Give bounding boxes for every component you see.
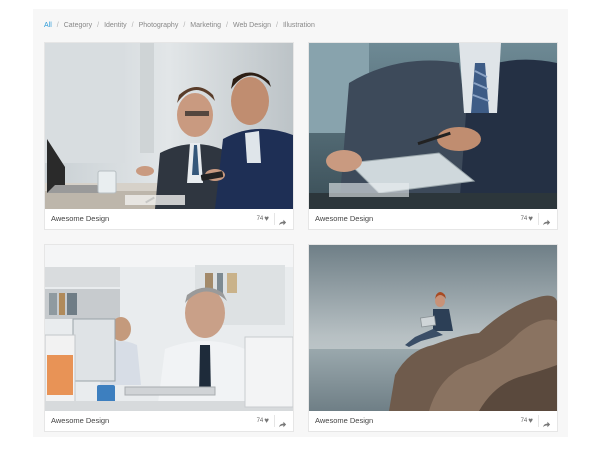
share-icon[interactable]	[278, 214, 287, 226]
card-footer: Awesome Design 74 ♥	[309, 209, 557, 229]
portfolio-card[interactable]: Awesome Design 74 ♥	[308, 42, 558, 230]
portfolio-card[interactable]: Awesome Design 74 ♥	[44, 244, 294, 432]
filter-separator: /	[275, 21, 278, 29]
share-icon[interactable]	[278, 416, 287, 428]
filter-category[interactable]: Category	[64, 22, 92, 29]
like-counter[interactable]: 74 ♥	[257, 417, 269, 425]
like-count: 74	[256, 216, 264, 222]
filter-identity[interactable]: Identity	[104, 22, 127, 29]
portfolio-filter-bar: All / Category / Identity / Photography …	[44, 19, 315, 31]
like-count: 74	[520, 418, 528, 424]
heart-icon[interactable]: ♥	[264, 417, 269, 425]
share-icon[interactable]	[542, 416, 551, 428]
filter-illustration[interactable]: Illustration	[283, 22, 315, 29]
card-footer: Awesome Design 74 ♥	[309, 411, 557, 431]
footer-divider	[538, 415, 539, 427]
filter-separator: /	[226, 21, 228, 29]
filter-all[interactable]: All	[44, 22, 52, 29]
like-counter[interactable]: 74 ♥	[521, 215, 533, 223]
share-icon[interactable]	[542, 214, 551, 226]
portfolio-image-businessmen-laptop[interactable]	[45, 43, 293, 209]
footer-divider	[538, 213, 539, 225]
filter-photography[interactable]: Photography	[139, 22, 179, 29]
like-counter[interactable]: 74 ♥	[521, 417, 533, 425]
portfolio-card[interactable]: Awesome Design 74 ♥	[308, 244, 558, 432]
portfolio-image-cliff-laptop[interactable]	[309, 245, 557, 411]
card-footer: Awesome Design 74 ♥	[45, 411, 293, 431]
filter-marketing[interactable]: Marketing	[190, 22, 221, 29]
portfolio-card[interactable]: Awesome Design 74 ♥	[44, 42, 294, 230]
filter-separator: /	[131, 21, 134, 29]
card-title[interactable]: Awesome Design	[315, 214, 373, 223]
card-footer: Awesome Design 74 ♥	[45, 209, 293, 229]
filter-separator: /	[56, 21, 59, 29]
footer-divider	[274, 213, 275, 225]
heart-icon[interactable]: ♥	[528, 215, 533, 223]
filter-separator: /	[183, 21, 186, 29]
like-count: 74	[520, 216, 528, 222]
heart-icon[interactable]: ♥	[264, 215, 269, 223]
heart-icon[interactable]: ♥	[528, 417, 533, 425]
card-title[interactable]: Awesome Design	[51, 214, 109, 223]
footer-divider	[274, 415, 275, 427]
filter-web-design[interactable]: Web Design	[233, 22, 271, 29]
filter-separator: /	[97, 21, 100, 29]
card-title[interactable]: Awesome Design	[51, 416, 109, 425]
card-title[interactable]: Awesome Design	[315, 416, 373, 425]
like-count: 74	[256, 418, 264, 424]
portfolio-image-office-workers[interactable]	[45, 245, 293, 411]
portfolio-image-business-meeting-tablet[interactable]	[309, 43, 557, 209]
like-counter[interactable]: 74 ♥	[257, 215, 269, 223]
